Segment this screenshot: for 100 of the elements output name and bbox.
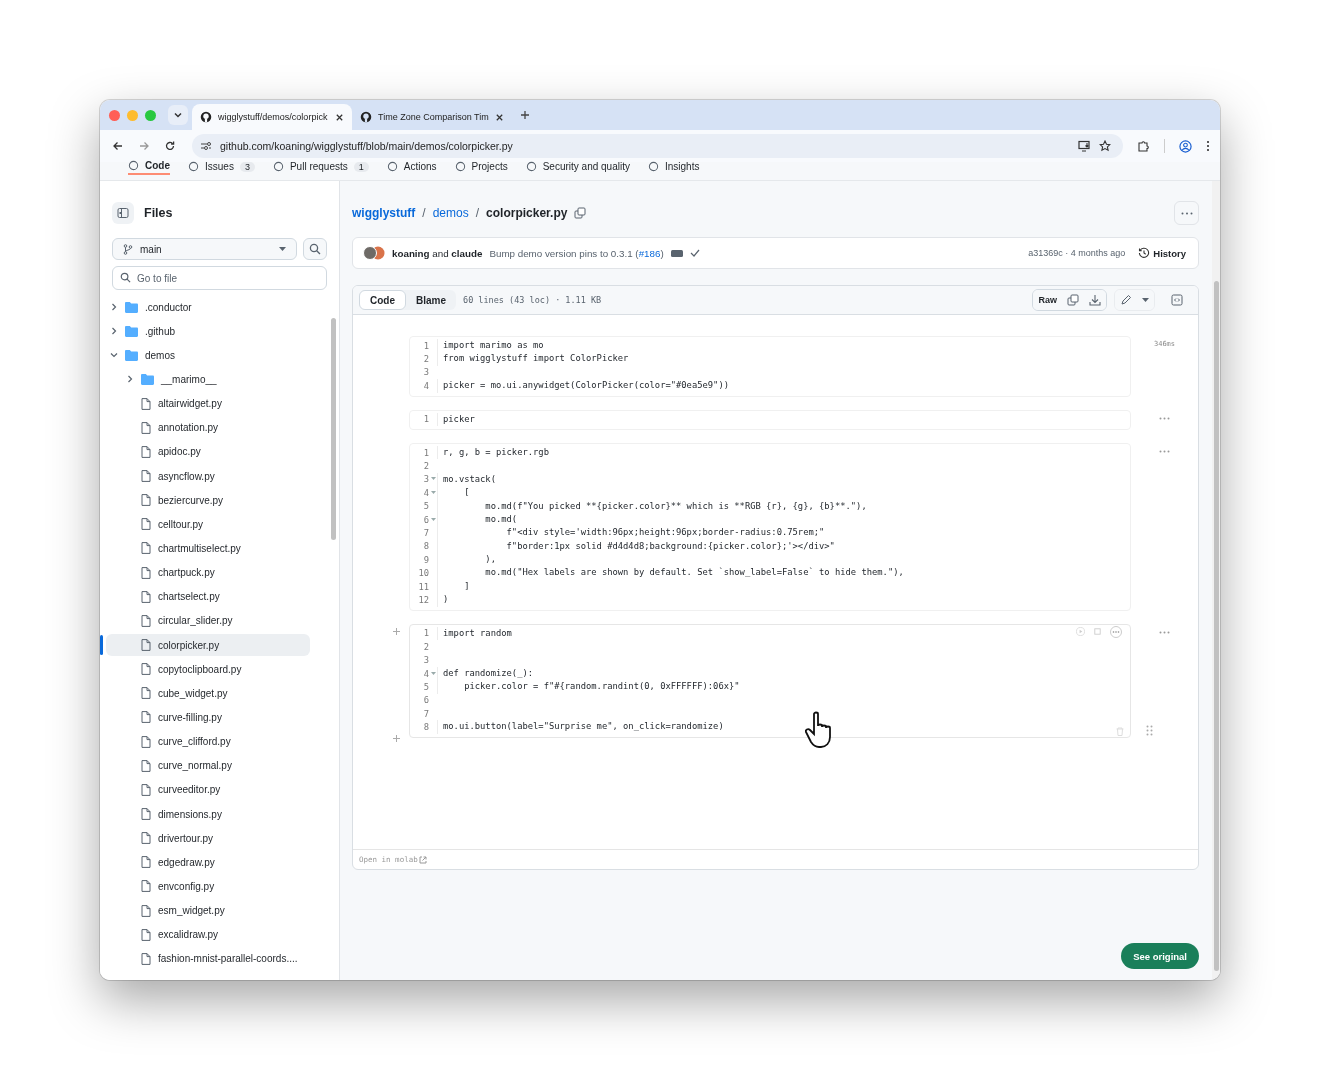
repo-tab[interactable]: Security and quality: [525, 158, 630, 175]
code-cell[interactable]: 1 picker: [409, 409, 1131, 430]
add-cell-icon[interactable]: [393, 627, 400, 635]
file-item[interactable]: drivertour.py: [106, 827, 310, 850]
reload-icon[interactable]: [164, 140, 176, 152]
scrollbar[interactable]: [1212, 181, 1220, 980]
repo-tab[interactable]: Actions: [386, 158, 437, 175]
more-icon[interactable]: [1159, 449, 1170, 453]
code-cell[interactable]: [409, 442, 1131, 611]
file-item[interactable]: copytoclipboard.py: [106, 658, 310, 681]
more-icon[interactable]: [1159, 416, 1170, 420]
folder-item[interactable]: .conductor: [106, 296, 310, 319]
repo-tab[interactable]: Insights: [647, 158, 700, 175]
file-icon: [141, 639, 151, 652]
fold-icon[interactable]: [430, 671, 436, 676]
file-item[interactable]: chartpuck.py: [106, 561, 310, 584]
chevron-right-icon[interactable]: [126, 375, 134, 384]
file-item[interactable]: chartmultiselect.py: [106, 537, 310, 560]
browser-tab[interactable]: wigglystuff/demos/colorpick: [192, 104, 352, 130]
folder-item[interactable]: demos: [106, 344, 310, 367]
code-line: r, g, b = picker.rgb: [437, 445, 549, 460]
collapse-sidebar-button[interactable]: [112, 202, 134, 224]
fold-icon[interactable]: [430, 477, 436, 482]
line-number: 12: [417, 594, 429, 605]
line-number: 5: [422, 501, 429, 512]
breadcrumb-link[interactable]: demos: [432, 206, 469, 220]
folder-item[interactable]: __marimo__: [106, 368, 310, 391]
tab-icon: [272, 161, 284, 172]
repo-tab[interactable]: Issues 3: [188, 158, 255, 175]
profile-icon[interactable]: [1179, 139, 1192, 153]
history-link[interactable]: History: [1138, 247, 1186, 259]
file-item[interactable]: celltour.py: [106, 513, 310, 536]
close-window-icon[interactable]: [109, 109, 120, 121]
file-item[interactable]: colorpicker.py: [106, 634, 310, 657]
path-separator: /: [475, 206, 480, 220]
browser-tab[interactable]: Time Zone Comparison Tim: [352, 104, 512, 130]
scrollbar[interactable]: [331, 318, 336, 540]
see-original-button[interactable]: See original: [1121, 943, 1199, 969]
branch-dropdown[interactable]: main: [112, 238, 297, 260]
code-line: from wigglystuff import ColorPicker: [437, 352, 629, 366]
file-item[interactable]: chartselect.py: [106, 585, 310, 608]
forward-icon[interactable]: [138, 140, 150, 152]
file-item[interactable]: edgedraw.py: [106, 851, 310, 874]
chevron-down-icon[interactable]: [110, 351, 118, 360]
file-item[interactable]: envconfig.py: [106, 875, 310, 898]
chevron-right-icon[interactable]: [110, 303, 118, 312]
fold-icon[interactable]: [430, 490, 436, 495]
back-icon[interactable]: [112, 140, 124, 152]
more-icon[interactable]: [1110, 625, 1122, 638]
file-item[interactable]: altairwidget.py: [106, 392, 310, 415]
file-item[interactable]: annotation.py: [106, 416, 310, 439]
view-tab[interactable]: Blame: [406, 290, 456, 310]
file-item[interactable]: apidoc.py: [106, 440, 310, 463]
install-app-icon[interactable]: [1078, 140, 1091, 152]
file-item[interactable]: excalidraw.py: [106, 923, 310, 946]
fold-icon[interactable]: [430, 517, 436, 522]
file-item[interactable]: dimensions.py: [106, 803, 310, 825]
file-item[interactable]: asyncflow.py: [106, 465, 310, 488]
file-item[interactable]: beziercurve.py: [106, 489, 310, 512]
breadcrumb-link[interactable]: wigglystuff: [352, 206, 416, 220]
repo-tab[interactable]: Pull requests 1: [272, 158, 369, 175]
extensions-icon[interactable]: [1137, 139, 1150, 153]
file-item[interactable]: curveeditor.py: [106, 778, 310, 801]
search-button[interactable]: [303, 238, 327, 260]
chevron-right-icon[interactable]: [110, 327, 118, 336]
copy-icon[interactable]: [574, 207, 587, 219]
file-icon: [141, 663, 151, 676]
file-item[interactable]: cube_widget.py: [106, 682, 310, 705]
site-settings-icon[interactable]: [200, 140, 212, 152]
view-tab[interactable]: Code: [359, 290, 406, 310]
folder-icon: [125, 349, 138, 361]
file-icon: [141, 904, 151, 917]
menu-icon[interactable]: [1206, 140, 1210, 152]
file-item[interactable]: circular_slider.py: [106, 609, 310, 632]
file-item[interactable]: curve-filling.py: [106, 706, 310, 729]
close-icon[interactable]: [495, 112, 504, 122]
address-field[interactable]: github.com/koaning/wigglystuff/blob/main/demos/colorpicker.py: [192, 134, 1123, 158]
file-icon: [141, 494, 151, 507]
repo-tab[interactable]: Projects: [454, 158, 508, 175]
drag-handle-icon[interactable]: [1146, 724, 1153, 736]
line-number: 3: [422, 655, 429, 666]
file-item[interactable]: curve_normal.py: [106, 754, 310, 777]
download-icon: [1089, 294, 1101, 306]
line-number: 4: [422, 380, 429, 391]
file-item[interactable]: esm_widget.py: [106, 899, 310, 922]
more-icon[interactable]: [1159, 630, 1170, 634]
close-icon[interactable]: [335, 112, 344, 122]
star-icon[interactable]: [1099, 140, 1111, 152]
code-cell[interactable]: 1 import marimo as mo 2 from wigglystuff import ColorPicker 3 4 picker = mo.ui.anywidget(ColorPicker(color="#0ea5e9")): [409, 336, 1131, 397]
file-item[interactable]: fashion-mnist-parallel-coords....: [106, 947, 310, 970]
repo-tab[interactable]: Code: [128, 158, 170, 175]
caret-icon: [1142, 297, 1149, 303]
file-item[interactable]: curve_clifford.py: [106, 730, 310, 753]
new-tab-icon[interactable]: [520, 110, 530, 120]
folder-item[interactable]: .github: [106, 320, 310, 343]
search-field[interactable]: Go to file: [112, 266, 327, 290]
add-cell-icon[interactable]: [393, 734, 400, 742]
line-number: 1: [422, 340, 429, 351]
sidebar-icon: [117, 207, 129, 219]
tab-list-button[interactable]: [168, 105, 188, 125]
